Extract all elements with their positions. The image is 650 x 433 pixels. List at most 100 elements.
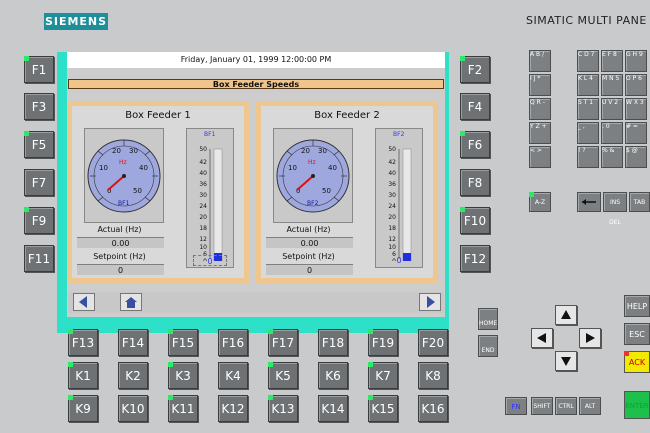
help-key[interactable]: HELP xyxy=(624,295,650,317)
backspace-key[interactable] xyxy=(577,192,601,212)
keypad-key[interactable]: % & xyxy=(601,146,623,168)
alt-key[interactable]: ALT xyxy=(579,397,601,415)
key-f12[interactable]: F12 xyxy=(460,245,490,272)
product-name: SIMATIC MULTI PANE xyxy=(526,14,647,27)
arrow-down-icon xyxy=(561,357,571,366)
bar-scale-label: 12 xyxy=(199,236,207,243)
key-f8[interactable]: F8 xyxy=(460,169,490,196)
fn-key[interactable]: FN xyxy=(505,397,527,415)
actual-label: Actual (Hz) xyxy=(97,225,142,234)
bar-value: 0 xyxy=(193,255,227,266)
key-led xyxy=(24,131,29,136)
arrow-right-icon xyxy=(586,333,595,343)
keypad-key[interactable]: # = xyxy=(625,122,647,144)
bar-scale-label: 50 xyxy=(388,146,396,153)
gauge-tick-label: 40 xyxy=(139,164,148,172)
next-screen-button[interactable] xyxy=(419,293,441,311)
gauge-tick-label: 30 xyxy=(129,147,138,155)
keypad-key[interactable]: < > xyxy=(529,146,551,168)
keypad-key[interactable]: I J * xyxy=(529,74,551,96)
key-f11[interactable]: F11 xyxy=(24,245,54,272)
setpoint-value[interactable]: 0 xyxy=(266,264,353,275)
key-k4[interactable]: K4 xyxy=(218,362,248,389)
key-k14[interactable]: K14 xyxy=(318,395,348,422)
bar-scale-label: 40 xyxy=(199,170,207,177)
gauge-tick-label: 10 xyxy=(288,164,297,172)
bar-tag: BF1 xyxy=(204,131,216,138)
key-f4[interactable]: F4 xyxy=(460,93,490,120)
bar-scale-label: 36 xyxy=(199,181,207,188)
speed-bar-graph: BF1 50 42 40 36 30 24 20 18 12 10 6 0 xyxy=(186,128,234,268)
key-f16[interactable]: F16 xyxy=(218,329,248,356)
key-led xyxy=(460,56,465,61)
key-led xyxy=(68,329,73,334)
key-k10[interactable]: K10 xyxy=(118,395,148,422)
arrow-right-key[interactable] xyxy=(579,328,601,348)
keypad-key[interactable]: G H 9 xyxy=(625,50,647,72)
key-f18[interactable]: F18 xyxy=(318,329,348,356)
key-f3[interactable]: F3 xyxy=(24,93,54,120)
shift-key[interactable]: SHIFT xyxy=(531,397,553,415)
actual-value: 0.00 xyxy=(266,237,353,248)
bar-scale-label: 30 xyxy=(388,192,396,199)
speed-bar-graph: BF2 50 42 40 36 30 24 20 18 12 10 6 0 xyxy=(375,128,423,268)
setpoint-value[interactable]: 0 xyxy=(77,264,164,275)
key-led xyxy=(368,329,373,334)
key-led xyxy=(268,329,273,334)
bar-scale-label: 24 xyxy=(388,203,396,210)
arrow-right-icon xyxy=(427,296,435,308)
keypad-key[interactable]: W X 3 xyxy=(625,98,647,120)
keypad-key[interactable]: O P 6 xyxy=(625,74,647,96)
keypad-key[interactable]: S T 1 xyxy=(577,98,599,120)
bar-scale-label: 10 xyxy=(388,244,396,251)
prev-screen-button[interactable] xyxy=(73,293,95,311)
home-screen-button[interactable] xyxy=(120,293,142,311)
esc-key[interactable]: ESC xyxy=(624,323,650,345)
tab-key[interactable]: TAB xyxy=(629,192,650,212)
feeder-panel-2: Box Feeder 2 0 10 20 30 40 50 Hz BF2 BF2… xyxy=(256,101,438,283)
gauge-tag: BF2 xyxy=(307,200,319,207)
keypad-key[interactable]: Y Z + xyxy=(529,122,551,144)
arrow-left-key[interactable] xyxy=(531,328,553,348)
keypad-key[interactable]: . 0 xyxy=(601,122,623,144)
key-k2[interactable]: K2 xyxy=(118,362,148,389)
bar-scale-label: 18 xyxy=(388,225,396,232)
gauge-unit: Hz xyxy=(119,159,127,166)
key-led xyxy=(268,395,273,400)
bar-scale-label: 12 xyxy=(388,236,396,243)
key-led xyxy=(368,395,373,400)
gauge-tick-label: 50 xyxy=(322,187,331,195)
keypad-key[interactable]: A B / xyxy=(529,50,551,72)
ins-del-key[interactable]: INS DEL xyxy=(603,192,627,226)
key-k16[interactable]: K16 xyxy=(418,395,448,422)
keypad-key[interactable]: _ , xyxy=(577,122,599,144)
key-f14[interactable]: F14 xyxy=(118,329,148,356)
key-f20[interactable]: F20 xyxy=(418,329,448,356)
enter-key[interactable]: ENTER xyxy=(624,391,650,419)
actual-value: 0.00 xyxy=(77,237,164,248)
keypad-key[interactable]: M N 5 xyxy=(601,74,623,96)
arrow-down-key[interactable] xyxy=(555,351,577,371)
gauge-tag: BF1 xyxy=(118,200,130,207)
ack-led xyxy=(624,351,629,356)
arrow-up-key[interactable] xyxy=(555,305,577,325)
keypad-key[interactable]: ! ? xyxy=(577,146,599,168)
keypad-key[interactable]: $ @ xyxy=(625,146,647,168)
home-key[interactable]: HOME xyxy=(478,308,498,330)
keypad-key[interactable]: Q R - xyxy=(529,98,551,120)
end-key[interactable]: END xyxy=(478,335,498,357)
key-led xyxy=(168,362,173,367)
speed-gauge: 0 10 20 30 40 50 Hz BF1 xyxy=(84,128,164,223)
ctrl-key[interactable]: CTRL xyxy=(555,397,577,415)
key-f7[interactable]: F7 xyxy=(24,169,54,196)
bar-scale-label: 36 xyxy=(388,181,396,188)
keypad-key[interactable]: K L 4 xyxy=(577,74,599,96)
key-k6[interactable]: K6 xyxy=(318,362,348,389)
gauge-tick-label: 30 xyxy=(318,147,327,155)
key-k12[interactable]: K12 xyxy=(218,395,248,422)
key-k8[interactable]: K8 xyxy=(418,362,448,389)
keypad-key[interactable]: E F 8 xyxy=(601,50,623,72)
key-led xyxy=(68,362,73,367)
keypad-key[interactable]: C D 7 xyxy=(577,50,599,72)
keypad-key[interactable]: U V 2 xyxy=(601,98,623,120)
